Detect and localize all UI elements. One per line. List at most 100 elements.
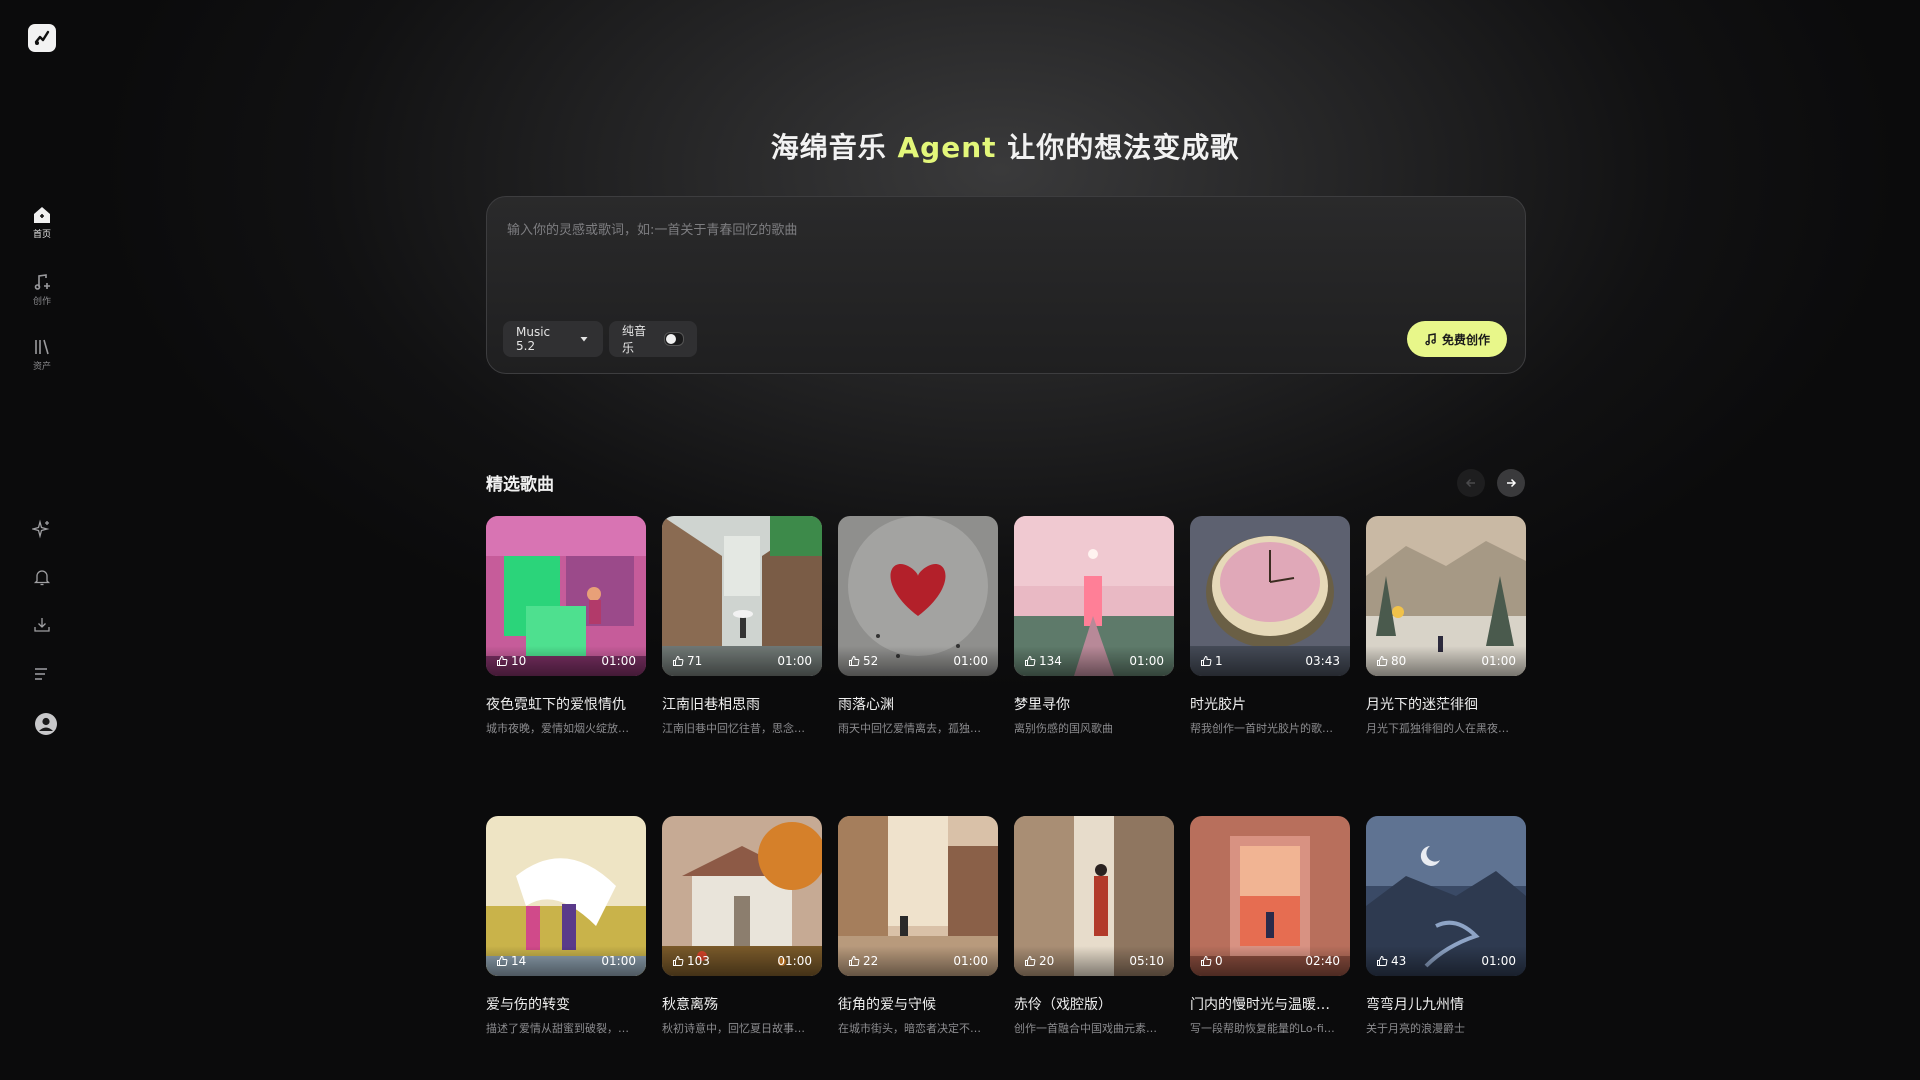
carousel-prev-button[interactable] <box>1457 469 1485 497</box>
song-card[interactable]: 20 05:10 赤伶（戏腔版） 创作一首融合中国戏曲元素… <box>1014 816 1174 1036</box>
model-select[interactable]: Music 5.2 <box>503 321 603 357</box>
nav-create[interactable]: 创作 <box>14 265 70 313</box>
download-button[interactable] <box>28 611 56 639</box>
song-cover[interactable]: 0 02:40 <box>1190 816 1350 976</box>
song-title[interactable]: 月光下的迷茫徘徊 <box>1366 694 1526 714</box>
thumbs-up-icon <box>497 655 508 666</box>
duration: 01:00 <box>601 654 636 668</box>
song-cover[interactable]: 134 01:00 <box>1014 516 1174 676</box>
song-cover[interactable]: 52 01:00 <box>838 516 998 676</box>
thumbs-up-icon <box>849 655 860 666</box>
user-avatar-icon <box>35 713 57 735</box>
nav-home[interactable]: 首页 <box>14 198 70 246</box>
like-count[interactable]: 20 <box>1024 954 1054 968</box>
song-cover[interactable]: 71 01:00 <box>662 516 822 676</box>
user-avatar-button[interactable] <box>32 710 60 738</box>
create-button[interactable]: 免费创作 <box>1407 321 1507 357</box>
song-card[interactable]: 10 01:00 夜色霓虹下的爱恨情仇 城市夜晚，爱情如烟火绽放… <box>486 516 646 736</box>
song-card[interactable]: 103 01:00 秋意离殇秋初诗意中，回忆夏日故事… <box>662 816 822 1036</box>
like-count-value: 22 <box>863 954 879 968</box>
song-card[interactable]: 22 01:00 街角的爱与守候 在城市街头，暗恋者决定不… <box>838 816 998 1036</box>
song-cover[interactable]: 103 01:00 <box>662 816 822 976</box>
list-icon <box>35 668 47 680</box>
like-count[interactable]: 80 <box>1376 654 1406 668</box>
music-note-icon <box>1425 333 1436 346</box>
home-icon <box>34 206 50 223</box>
song-meta: 1 03:43 <box>1190 646 1350 676</box>
thumbs-up-icon <box>1025 955 1036 966</box>
like-count[interactable]: 71 <box>672 654 702 668</box>
title-part-2: 让你的想法变成歌 <box>996 131 1240 164</box>
song-desc: 江南旧巷中回忆往昔，思念… <box>662 722 805 735</box>
song-title[interactable]: 赤伶（戏腔版） <box>1014 994 1174 1014</box>
song-cover[interactable]: 20 05:10 <box>1014 816 1174 976</box>
song-title[interactable]: 梦里寻你 <box>1014 694 1174 714</box>
like-count[interactable]: 0 <box>1200 954 1223 968</box>
song-cover[interactable]: 1 03:43 <box>1190 516 1350 676</box>
song-card[interactable]: 71 01:00 江南旧巷相思雨江南旧巷中回忆往昔，思念… <box>662 516 822 736</box>
duration: 01:00 <box>1129 654 1164 668</box>
song-cover[interactable]: 43 01:00 <box>1366 816 1526 976</box>
like-count[interactable]: 43 <box>1376 954 1406 968</box>
like-count-value: 103 <box>687 954 710 968</box>
song-cover[interactable]: 14 01:00 <box>486 816 646 976</box>
like-count[interactable]: 52 <box>848 654 878 668</box>
song-title[interactable]: 弯弯月儿九州情 <box>1366 994 1526 1014</box>
song-cover[interactable]: 10 01:00 <box>486 516 646 676</box>
model-label: Music 5.2 <box>516 325 551 353</box>
like-count[interactable]: 22 <box>848 954 878 968</box>
library-icon <box>35 339 49 354</box>
song-title[interactable]: 江南旧巷相思雨 <box>662 694 822 714</box>
song-meta: 20 05:10 <box>1014 946 1174 976</box>
song-card[interactable]: 80 01:00 月光下的迷茫徘徊 月光下孤独徘徊的人在黑夜… <box>1366 516 1526 736</box>
like-count[interactable]: 103 <box>672 954 710 968</box>
like-count-value: 52 <box>863 654 879 668</box>
thumbs-up-icon <box>1377 655 1388 666</box>
song-title[interactable]: 门内的慢时光与温暖… <box>1190 994 1350 1014</box>
song-title[interactable]: 夜色霓虹下的爱恨情仇 <box>486 694 646 714</box>
like-count[interactable]: 134 <box>1024 654 1062 668</box>
song-title[interactable]: 雨落心渊 <box>838 694 998 714</box>
nav-library[interactable]: 资产 <box>14 330 70 378</box>
song-card[interactable]: 134 01:00 梦里寻你 离别伤感的国风歌曲 <box>1014 516 1174 736</box>
thumbs-up-icon <box>1025 655 1036 666</box>
like-count-value: 134 <box>1039 654 1062 668</box>
like-count-value: 80 <box>1391 654 1407 668</box>
like-count[interactable]: 1 <box>1200 654 1223 668</box>
like-count[interactable]: 14 <box>496 954 526 968</box>
song-cover[interactable]: 22 01:00 <box>838 816 998 976</box>
playlist-button[interactable] <box>28 660 56 688</box>
song-card[interactable]: 52 01:00 雨落心渊 雨天中回忆爱情离去，孤独… <box>838 516 998 736</box>
duration: 02:40 <box>1305 954 1340 968</box>
song-card[interactable]: 43 01:00 弯弯月儿九州情关于月亮的浪漫爵士 <box>1366 816 1526 1036</box>
song-desc: 帮我创作一首时光胶片的歌… <box>1190 722 1333 735</box>
song-card[interactable]: 1 03:43 时光胶片帮我创作一首时光胶片的歌… <box>1190 516 1350 736</box>
like-count-value: 0 <box>1215 954 1223 968</box>
like-count[interactable]: 10 <box>496 654 526 668</box>
song-title[interactable]: 时光胶片 <box>1190 694 1350 714</box>
like-count-value: 20 <box>1039 954 1055 968</box>
prompt-input[interactable] <box>505 217 1499 291</box>
like-count-value: 71 <box>687 654 703 668</box>
like-count-value: 10 <box>511 654 527 668</box>
toggle-switch[interactable] <box>663 332 684 346</box>
sparkle-button[interactable] <box>28 515 56 543</box>
app-logo-icon[interactable] <box>28 24 56 52</box>
carousel-next-button[interactable] <box>1497 469 1525 497</box>
pure-music-label: 纯音乐 <box>622 324 647 355</box>
song-title[interactable]: 秋意离殇 <box>662 994 822 1014</box>
caret-down-icon <box>580 337 588 342</box>
pure-music-toggle[interactable]: 纯音乐 <box>609 321 697 357</box>
song-card[interactable]: 0 02:40 门内的慢时光与温暖… 写一段帮助恢复能量的Lo-fi… <box>1190 816 1350 1036</box>
song-desc: 写一段帮助恢复能量的Lo-fi… <box>1190 1022 1335 1035</box>
song-card[interactable]: 14 01:00 爱与伤的转变 描述了爱情从甜蜜到破裂，… <box>486 816 646 1036</box>
song-cover[interactable]: 80 01:00 <box>1366 516 1526 676</box>
notifications-button[interactable] <box>28 563 56 591</box>
song-desc: 秋初诗意中，回忆夏日故事… <box>662 1022 805 1035</box>
thumbs-up-icon <box>497 955 508 966</box>
song-title[interactable]: 爱与伤的转变 <box>486 994 646 1014</box>
song-title[interactable]: 街角的爱与守候 <box>838 994 998 1014</box>
song-meta: 43 01:00 <box>1366 946 1526 976</box>
song-desc: 关于月亮的浪漫爵士 <box>1366 1022 1465 1035</box>
arrow-left-icon <box>1465 478 1475 488</box>
